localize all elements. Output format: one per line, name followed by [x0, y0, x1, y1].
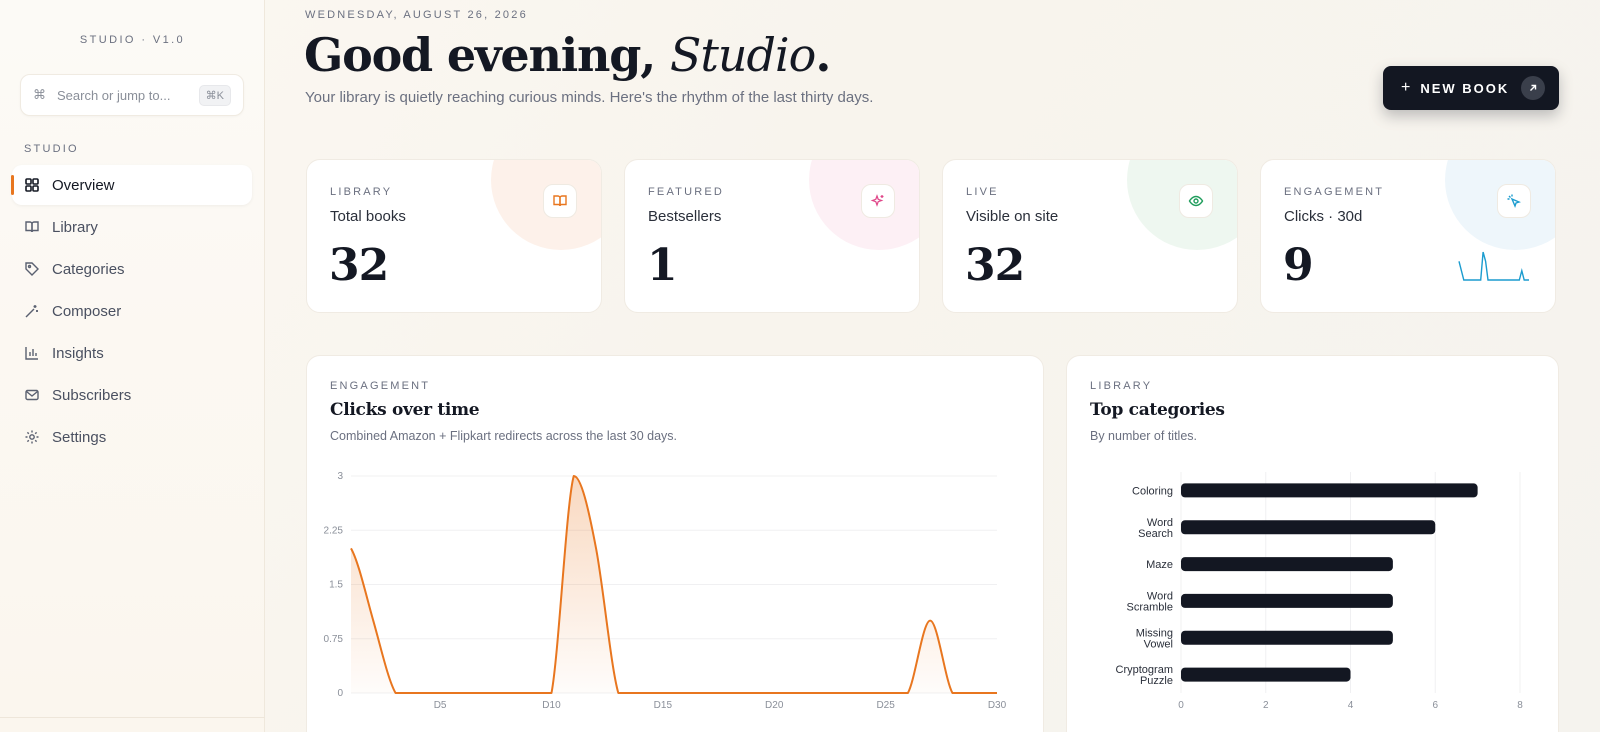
stat-card-engagement[interactable]: ENGAGEMENT Clicks · 30d 9 — [1260, 159, 1556, 313]
sidebar-item-insights[interactable]: Insights — [12, 333, 252, 373]
x-tick-label: 8 — [1517, 700, 1523, 711]
category-label: Word Scramble — [1127, 590, 1173, 613]
category-label: Cryptogram Puzzle — [1116, 664, 1173, 687]
sidebar-divider — [0, 717, 265, 718]
wand-icon — [24, 303, 40, 319]
tag-icon — [24, 261, 40, 277]
search-input[interactable]: ⌘ Search or jump to... ⌘K — [20, 74, 244, 116]
shortcut-badge: ⌘K — [198, 84, 231, 106]
x-tick-label: 4 — [1348, 700, 1354, 711]
stat-value: 9 — [1283, 240, 1314, 291]
command-icon: ⌘ — [33, 87, 46, 102]
main-content: WEDNESDAY, AUGUST 26, 2026 Good evening,… — [265, 0, 1600, 732]
greeting-text: Good evening, — [304, 28, 656, 82]
stat-eyebrow: LIBRARY — [330, 186, 393, 198]
cursor-click-icon — [1497, 184, 1531, 218]
sidebar-item-overview[interactable]: Overview — [11, 165, 252, 205]
stat-value: 32 — [965, 240, 1025, 291]
x-tick-label: D5 — [434, 700, 447, 711]
y-tick-label: 3 — [337, 471, 343, 482]
sparkle-icon — [861, 184, 895, 218]
sidebar-item-categories[interactable]: Categories — [12, 249, 252, 289]
sidebar-item-label: Subscribers — [52, 386, 132, 404]
sidebar-item-label: Overview — [52, 176, 115, 194]
sidebar-item-label: Composer — [52, 302, 122, 320]
sidebar-item-composer[interactable]: Composer — [12, 291, 252, 331]
bar — [1181, 667, 1351, 682]
brand-label: STUDIO · V1.0 — [79, 34, 186, 46]
bar — [1181, 630, 1393, 645]
stat-eyebrow: ENGAGEMENT — [1284, 186, 1385, 198]
y-tick-label: 0 — [337, 688, 343, 699]
grid-icon — [24, 177, 40, 193]
sidebar-item-library[interactable]: Library — [12, 207, 252, 247]
x-tick-label: 6 — [1432, 700, 1438, 711]
x-tick-label: 0 — [1178, 700, 1184, 711]
stat-card-live[interactable]: LIVE Visible on site 32 — [942, 159, 1238, 313]
y-tick-label: 1.5 — [329, 580, 343, 591]
current-date: WEDNESDAY, AUGUST 26, 2026 — [305, 9, 528, 21]
book-icon — [543, 184, 577, 218]
x-tick-label: D15 — [654, 700, 673, 711]
y-tick-label: 0.75 — [324, 634, 344, 645]
stat-card-library[interactable]: LIBRARY Total books 32 — [306, 159, 602, 313]
sparkline — [1458, 251, 1529, 281]
bar — [1181, 520, 1436, 535]
stat-name: Total books — [330, 208, 406, 225]
page-subtitle: Your library is quietly reaching curious… — [305, 89, 874, 106]
bar — [1181, 557, 1393, 572]
greeting-name: Studio — [669, 28, 816, 82]
page-title: Good evening, Studio. — [304, 28, 831, 82]
category-label: Word Search — [1138, 517, 1173, 540]
stat-value: 32 — [329, 240, 389, 291]
clicks-line-chart: 0 0.75 1.5 2.25 3 D5 D10 D15 D20 D25 D30 — [324, 471, 1007, 711]
x-tick-label: 2 — [1263, 700, 1269, 711]
x-tick-label: D20 — [765, 700, 784, 711]
stat-name: Visible on site — [966, 208, 1059, 225]
category-label: Missing Vowel — [1136, 627, 1173, 650]
sidebar-item-subscribers[interactable]: Subscribers — [12, 375, 252, 415]
sidebar-item-settings[interactable]: Settings — [12, 417, 252, 457]
gear-icon — [24, 429, 40, 445]
sidebar-item-label: Settings — [52, 428, 107, 446]
greeting-end: . — [815, 28, 831, 82]
bar — [1181, 483, 1478, 498]
sidebar: STUDIO · V1.0 ⌘ Search or jump to... ⌘K … — [0, 0, 265, 732]
new-book-label: NEW BOOK — [1420, 80, 1510, 96]
stat-name: Bestsellers — [648, 208, 722, 225]
sparkline-line — [1458, 251, 1529, 281]
categories-bar-chart: 0 2 4 6 8 Coloring Word Search Maze Word Scramble M… — [1116, 472, 1523, 711]
sidebar-nav: Overview Library Categories Composer Ins… — [11, 165, 252, 459]
stat-eyebrow: FEATURED — [648, 186, 725, 198]
bar-chart-icon — [24, 345, 40, 361]
section-label: STUDIO — [24, 143, 79, 155]
arrow-up-right-icon — [1521, 76, 1545, 100]
eye-icon — [1179, 184, 1213, 218]
new-book-button[interactable]: + NEW BOOK — [1383, 66, 1559, 110]
stat-value: 1 — [647, 240, 678, 291]
stat-eyebrow: LIVE — [966, 186, 999, 198]
mail-icon — [24, 387, 40, 403]
sidebar-item-label: Library — [52, 218, 98, 236]
stat-card-featured[interactable]: FEATURED Bestsellers 1 — [624, 159, 920, 313]
stat-name: Clicks · 30d — [1284, 208, 1363, 225]
top-categories-card: LIBRARY Top categories By number of titl… — [1066, 355, 1559, 732]
y-tick-label: 2.25 — [324, 525, 344, 536]
sidebar-item-label: Categories — [52, 260, 125, 278]
category-label: Maze — [1146, 559, 1173, 571]
x-tick-label: D25 — [876, 700, 895, 711]
sidebar-item-label: Insights — [52, 344, 104, 362]
plus-icon: + — [1401, 79, 1411, 96]
clicks-over-time-card: ENGAGEMENT Clicks over time Combined Ama… — [306, 355, 1044, 732]
search-placeholder: Search or jump to... — [57, 87, 171, 103]
category-label: Coloring — [1132, 485, 1173, 497]
x-tick-label: D30 — [988, 700, 1007, 711]
x-tick-label: D10 — [542, 700, 561, 711]
bar — [1181, 593, 1393, 608]
book-icon — [24, 219, 40, 235]
